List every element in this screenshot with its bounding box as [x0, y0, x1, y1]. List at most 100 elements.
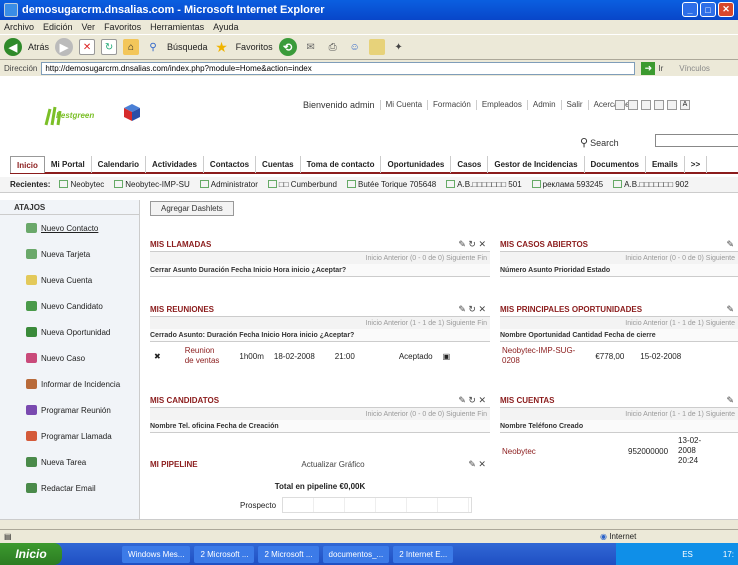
shortcut-programar-reunion[interactable]: Programar Reunión — [0, 397, 139, 423]
history-icon[interactable]: ⟲ — [278, 38, 297, 56]
account-name[interactable]: Neobytec — [502, 447, 602, 456]
recent-item[interactable]: □□ Cumberbund — [267, 180, 337, 189]
shortcut-nueva-cuenta[interactable]: Nueva Cuenta — [0, 267, 139, 293]
dashlet-controls[interactable]: ✎ ✕ — [468, 459, 486, 470]
tab-casos[interactable]: Casos — [451, 156, 489, 173]
tab-gestor-incidencias[interactable]: Gestor de Incidencias — [488, 156, 585, 173]
forward-arrow-icon[interactable]: ▶ — [55, 38, 74, 56]
tab-mi-portal[interactable]: Mi Portal — [45, 156, 92, 173]
nav-empleados[interactable]: Empleados — [475, 100, 527, 110]
go-button[interactable]: Ir — [658, 64, 663, 73]
nav-formacion[interactable]: Formación — [427, 100, 476, 110]
nav-mi-cuenta[interactable]: Mi Cuenta — [379, 100, 427, 110]
maximize-button[interactable]: □ — [700, 2, 716, 17]
dashlet-controls[interactable]: ✎ ↻ ✕ — [458, 395, 486, 406]
tab-calendario[interactable]: Calendario — [92, 156, 147, 173]
language-indicator[interactable]: ES — [682, 550, 693, 559]
tab-contactos[interactable]: Contactos — [204, 156, 257, 173]
dashlet-controls[interactable]: ✎ ↻ ✕ — [458, 304, 486, 315]
tab-toma-de-contacto[interactable]: Toma de contacto — [301, 156, 382, 173]
shortcut-nuevo-caso[interactable]: Nuevo Caso — [0, 345, 139, 371]
recent-item[interactable]: Neobytec-IMP-SU — [114, 180, 190, 189]
tab-emails[interactable]: Emails — [646, 156, 685, 173]
meeting-subject[interactable]: Reunion de ventas — [185, 346, 230, 366]
edit-icon[interactable]: ✎ — [726, 239, 734, 250]
font-size-button[interactable]: A — [680, 100, 690, 110]
messenger-icon[interactable]: ☺ — [347, 39, 363, 55]
home-icon[interactable]: ⌂ — [123, 39, 140, 55]
horizontal-scrollbar[interactable] — [0, 519, 738, 529]
go-arrow-icon[interactable]: ➜ — [641, 61, 656, 75]
menu-favoritos[interactable]: Favoritos — [104, 22, 141, 32]
links-label[interactable]: Vínculos — [679, 64, 710, 73]
tab-actividades[interactable]: Actividades — [146, 156, 204, 173]
edit-icon[interactable]: ▣ — [443, 352, 451, 361]
theme-swatch[interactable] — [641, 100, 651, 110]
recent-item[interactable]: Butée Torique 705648 — [347, 180, 436, 189]
opportunity-name[interactable]: Neobytec-IMP-SUG- 0208 — [502, 346, 585, 366]
menu-edicion[interactable]: Edición — [43, 22, 73, 32]
add-dashlets-button[interactable]: Agregar Dashlets — [150, 201, 234, 216]
shortcut-nuevo-contacto[interactable]: Nuevo Contacto — [0, 215, 139, 241]
table-row: Neobytec-IMP-SUG- 0208 €778,00 15-02-2008 — [500, 342, 738, 370]
tab-inicio[interactable]: Inicio — [10, 156, 45, 173]
print-icon[interactable]: ⎙ — [325, 39, 341, 55]
shortcut-nueva-tarea[interactable]: Nueva Tarea — [0, 449, 139, 475]
shortcut-informar-incidencia[interactable]: Informar de Incidencia — [0, 371, 139, 397]
recent-item[interactable]: Administrator — [199, 180, 258, 189]
refresh-icon[interactable]: ↻ — [101, 39, 118, 55]
update-chart-link[interactable]: Actualizar Gráfico — [301, 460, 364, 469]
taskbar-item[interactable]: 2 Microsoft ... — [258, 545, 319, 563]
tab-documentos[interactable]: Documentos — [585, 156, 646, 173]
address-input[interactable]: http://demosugarcrm.dnsalias.com/index.p… — [41, 61, 636, 75]
close-button[interactable]: ✕ — [718, 2, 734, 17]
mail-icon[interactable]: ✉ — [303, 39, 319, 55]
favorites-star-icon[interactable]: ★ — [214, 39, 230, 55]
theme-swatch[interactable] — [667, 100, 677, 110]
theme-swatch[interactable] — [654, 100, 664, 110]
nav-admin[interactable]: Admin — [526, 100, 561, 110]
shortcut-nueva-oportunidad[interactable]: Nueva Oportunidad — [0, 319, 139, 345]
back-button[interactable]: Atrás — [28, 42, 49, 52]
taskbar-item[interactable]: Windows Mes... — [122, 545, 191, 563]
recent-item[interactable]: реклама 593245 — [531, 180, 603, 189]
search-icon[interactable]: ⚲ — [145, 39, 161, 55]
clock[interactable]: 17: — [723, 550, 734, 559]
window-titlebar: demosugarcrm.dnsalias.com - Microsoft In… — [0, 0, 738, 20]
folder-icon[interactable] — [368, 39, 385, 55]
start-button[interactable]: Inicio — [0, 543, 62, 565]
recent-item[interactable]: A.B.□□□□□□□ 902 — [613, 180, 689, 189]
stop-icon[interactable]: ✕ — [79, 39, 96, 55]
edit-icon[interactable]: ✎ — [726, 395, 734, 406]
taskbar-item[interactable]: 2 Internet E... — [393, 545, 454, 563]
taskbar-item[interactable]: documentos_... — [322, 545, 390, 563]
dashlet-controls[interactable]: ✎ ↻ ✕ — [458, 239, 486, 250]
tab-more[interactable]: >> — [685, 156, 708, 173]
shortcut-nuevo-candidato[interactable]: Nuevo Candidato — [0, 293, 139, 319]
shortcut-nueva-tarjeta[interactable]: Nueva Tarjeta — [0, 241, 139, 267]
favorites-toolbar-button[interactable]: Favoritos — [236, 42, 273, 52]
recent-item[interactable]: A.B.□□□□□□□ 501 — [446, 180, 522, 189]
search-toolbar-button[interactable]: Búsqueda — [167, 42, 208, 52]
nav-salir[interactable]: Salir — [560, 100, 588, 110]
close-icon[interactable]: ✖ — [154, 352, 161, 361]
menu-ver[interactable]: Ver — [82, 22, 96, 32]
theme-swatch[interactable] — [628, 100, 638, 110]
shortcut-redactar-email[interactable]: Redactar Email — [0, 475, 139, 501]
research-icon[interactable]: ✦ — [391, 39, 407, 55]
magnifier-icon: ⚲ — [580, 137, 589, 149]
recent-item[interactable]: Neobytec — [59, 180, 104, 189]
search-input[interactable] — [655, 134, 738, 147]
menu-ayuda[interactable]: Ayuda — [213, 22, 238, 32]
company-logo[interactable]: bestgreen — [44, 105, 100, 127]
minimize-button[interactable]: _ — [682, 2, 698, 17]
shortcut-programar-llamada[interactable]: Programar Llamada — [0, 423, 139, 449]
taskbar-item[interactable]: 2 Microsoft ... — [194, 545, 255, 563]
menu-archivo[interactable]: Archivo — [4, 22, 34, 32]
edit-icon[interactable]: ✎ — [726, 304, 734, 315]
menu-herramientas[interactable]: Herramientas — [150, 22, 204, 32]
back-arrow-icon[interactable]: ◀ — [4, 38, 22, 56]
tab-cuentas[interactable]: Cuentas — [256, 156, 301, 173]
tab-oportunidades[interactable]: Oportunidades — [381, 156, 452, 173]
theme-swatch[interactable] — [615, 100, 625, 110]
